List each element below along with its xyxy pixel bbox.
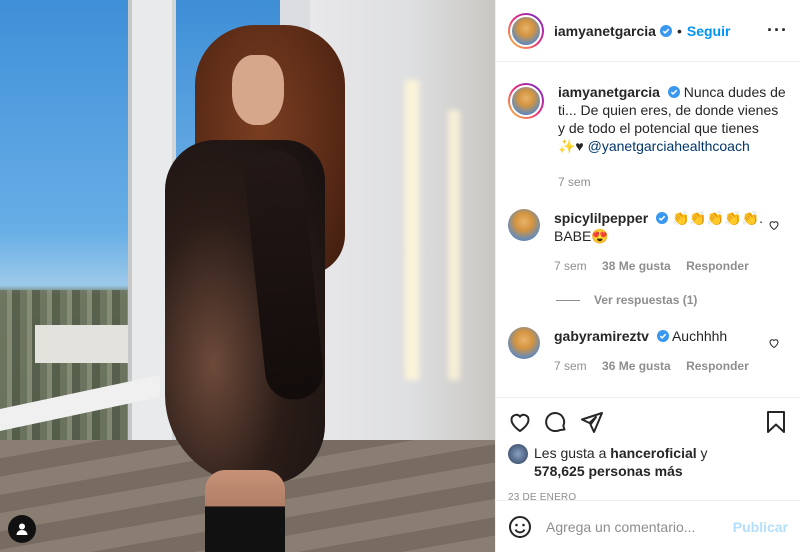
add-comment-bar: Agrega un comentario... Publicar (496, 500, 800, 552)
comment-like-heart-icon[interactable] (768, 219, 780, 231)
post-header: iamyanetgarcia • Seguir ··· (496, 0, 800, 62)
photo-building (35, 325, 130, 363)
caption: iamyanetgarcia Nunca dudes de ti... De q… (508, 83, 788, 191)
caption-avatar[interactable] (508, 83, 544, 119)
share-icon[interactable] (580, 410, 604, 434)
photo-subject-legs (205, 470, 285, 552)
photo-light-stripe (405, 80, 419, 380)
likes-joiner: y (700, 445, 708, 461)
bookmark-icon[interactable] (764, 410, 788, 434)
caption-username[interactable]: iamyanetgarcia (558, 84, 660, 100)
comment-likes[interactable]: 36 Me gusta (602, 359, 671, 373)
caption-mention[interactable]: @yanetgarciahealthcoach (588, 138, 750, 154)
comment-age: 7 sem (554, 359, 587, 373)
verified-icon (656, 330, 669, 342)
comment-likes[interactable]: 38 Me gusta (602, 259, 671, 273)
comment-item: spicylilpepper 👏👏👏👏👏. BABE😍 7 sem 38 Me … (508, 209, 788, 275)
follow-button[interactable]: Seguir (687, 23, 731, 39)
likes-others[interactable]: 578,625 personas más (534, 463, 683, 479)
comment-like-heart-icon[interactable] (768, 337, 780, 349)
tagged-users-button[interactable] (8, 515, 36, 543)
comment-icon[interactable] (544, 410, 568, 434)
comment-username[interactable]: spicylilpepper (554, 210, 648, 226)
separator-dot: • (676, 22, 682, 39)
likes-summary: Les gusta a hanceroficial y 578,625 pers… (508, 444, 788, 480)
replies-line (556, 299, 580, 301)
photo-light-stripe (448, 110, 460, 380)
comment-username[interactable]: gabyramireztv (554, 328, 649, 344)
user-icon (16, 523, 28, 535)
reply-button[interactable]: Responder (686, 259, 749, 273)
comment-avatar[interactable] (508, 327, 540, 359)
verified-icon (659, 24, 672, 37)
comment-age: 7 sem (554, 259, 587, 273)
heart-icon[interactable] (508, 410, 532, 434)
comments-list[interactable]: iamyanetgarcia Nunca dudes de ti... De q… (496, 63, 800, 397)
emoji-icon[interactable] (508, 515, 532, 539)
comment-text: Auchhhh (671, 328, 728, 344)
comment-item: gabyramireztv Auchhhh 7 sem 36 Me gusta … (508, 327, 788, 375)
author-avatar[interactable] (508, 12, 544, 49)
liker-avatar[interactable] (508, 444, 528, 464)
comment-avatar[interactable] (508, 209, 540, 241)
likes-prefix: Les gusta a (534, 445, 607, 461)
liker-username[interactable]: hanceroficial (610, 445, 696, 461)
verified-icon (656, 212, 669, 224)
caption-age: 7 sem (558, 175, 591, 189)
reply-button[interactable]: Responder (686, 359, 749, 373)
post-sidebar: iamyanetgarcia • Seguir ··· iamyanetgarc… (495, 0, 800, 552)
photo-subject-face (232, 55, 284, 125)
post-actions: Les gusta a hanceroficial y 578,625 pers… (496, 397, 800, 503)
author-username[interactable]: iamyanetgarcia (554, 23, 656, 39)
view-replies-button[interactable]: Ver respuestas (1) (556, 293, 788, 307)
publish-button[interactable]: Publicar (733, 519, 788, 535)
view-replies-label: Ver respuestas (1) (594, 293, 698, 307)
comment-input[interactable]: Agrega un comentario... (546, 519, 733, 535)
verified-icon (667, 86, 680, 98)
more-icon[interactable]: ··· (767, 20, 788, 41)
post-photo[interactable] (0, 0, 495, 552)
